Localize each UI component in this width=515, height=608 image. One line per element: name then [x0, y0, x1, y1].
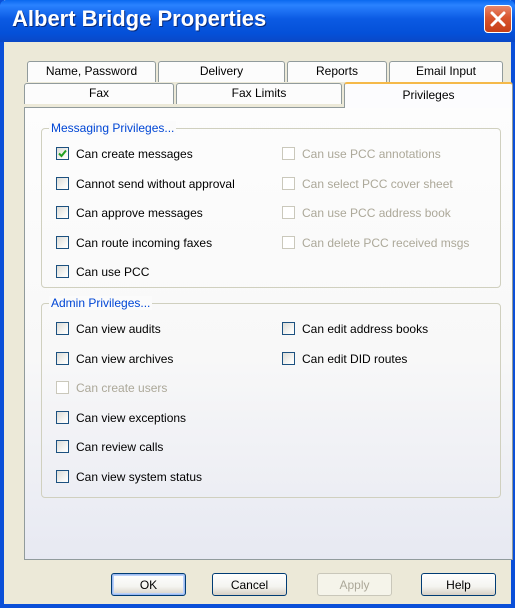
- apply-button: Apply: [317, 573, 392, 596]
- tab-delivery[interactable]: Delivery: [158, 61, 285, 82]
- checkbox-label: Can view system status: [76, 469, 203, 484]
- checkbox-label: Can create messages: [76, 147, 193, 161]
- checkbox-box[interactable]: [56, 322, 69, 335]
- tab-label: Delivery: [199, 64, 244, 78]
- checkbox-box[interactable]: [56, 176, 69, 190]
- checkbox-label: Can delete PCC received msgs: [302, 235, 470, 250]
- checkmark-icon: [58, 149, 67, 158]
- tab-label: Fax: [88, 86, 109, 100]
- tab-name-password[interactable]: Name, Password: [27, 61, 156, 82]
- checkbox-box: [282, 176, 295, 190]
- checkbox-box[interactable]: [56, 410, 69, 424]
- checkbox-box[interactable]: [56, 351, 69, 365]
- checkbox-box[interactable]: [56, 206, 69, 219]
- checkbox-label: Can review calls: [76, 440, 164, 454]
- checkbox-box[interactable]: [282, 322, 295, 335]
- checkbox-label: Can use PCC address book: [302, 206, 451, 220]
- messaging-privileges-group: Messaging Privileges... Can create messa…: [41, 121, 501, 288]
- checkbox-box[interactable]: [56, 469, 69, 483]
- tab-privileges[interactable]: Privileges: [344, 82, 513, 108]
- privileges-panel: Messaging Privileges... Can create messa…: [24, 107, 513, 560]
- tab-label: Reports: [315, 64, 359, 78]
- title-bar[interactable]: Albert Bridge Properties: [0, 0, 515, 42]
- checkbox-box[interactable]: [56, 235, 69, 249]
- properties-dialog: Albert Bridge Properties Name, Password …: [0, 0, 515, 608]
- close-icon: [490, 11, 506, 27]
- checkbox-label: Can approve messages: [76, 206, 203, 220]
- tab-fax-limits[interactable]: Fax Limits: [176, 83, 342, 104]
- checkbox-box: [56, 381, 69, 394]
- checkbox-label: Can create users: [76, 381, 168, 395]
- checkbox-label: Can route incoming faxes: [76, 235, 213, 250]
- admin-privileges-group: Admin Privileges... Can view audits Can v…: [41, 296, 501, 498]
- checkbox-label: Can use PCC annotations: [302, 147, 441, 161]
- checkbox-box: [282, 235, 295, 249]
- tab-reports[interactable]: Reports: [287, 61, 387, 82]
- checkbox-label: Can view exceptions: [76, 410, 187, 425]
- tab-label: Email Input: [415, 64, 477, 78]
- close-button[interactable]: [484, 5, 512, 33]
- checkbox-label: Can edit address books: [302, 322, 429, 336]
- checkbox-box: [282, 206, 295, 219]
- checkbox-label: Can select PCC cover sheet: [302, 176, 453, 191]
- cancel-button[interactable]: Cancel: [212, 573, 287, 596]
- window-title: Albert Bridge Properties: [12, 6, 267, 31]
- checkbox-label: Can edit DID routes: [302, 351, 408, 366]
- checkbox-label: Can use PCC: [76, 265, 150, 279]
- group-title: Messaging Privileges...: [49, 121, 177, 135]
- checkbox-label: Cannot send without approval: [76, 176, 235, 191]
- checkbox-box[interactable]: [56, 440, 69, 453]
- tab-fax[interactable]: Fax: [24, 83, 174, 104]
- checkbox-label: Can view archives: [76, 351, 174, 366]
- checkbox-box[interactable]: [282, 351, 295, 365]
- checkbox-label: Can view audits: [76, 322, 161, 336]
- checkbox-box[interactable]: [56, 265, 69, 278]
- tab-label: Name, Password: [45, 64, 138, 78]
- ok-button[interactable]: OK: [111, 573, 186, 596]
- checkbox-checked-icon[interactable]: [56, 147, 69, 160]
- group-title: Admin Privileges...: [49, 296, 153, 310]
- checkbox-box: [282, 147, 295, 160]
- tab-label: Fax Limits: [231, 86, 287, 100]
- tab-label: Privileges: [402, 88, 455, 102]
- help-button[interactable]: Help: [421, 573, 496, 596]
- tab-email-input[interactable]: Email Input: [389, 61, 503, 82]
